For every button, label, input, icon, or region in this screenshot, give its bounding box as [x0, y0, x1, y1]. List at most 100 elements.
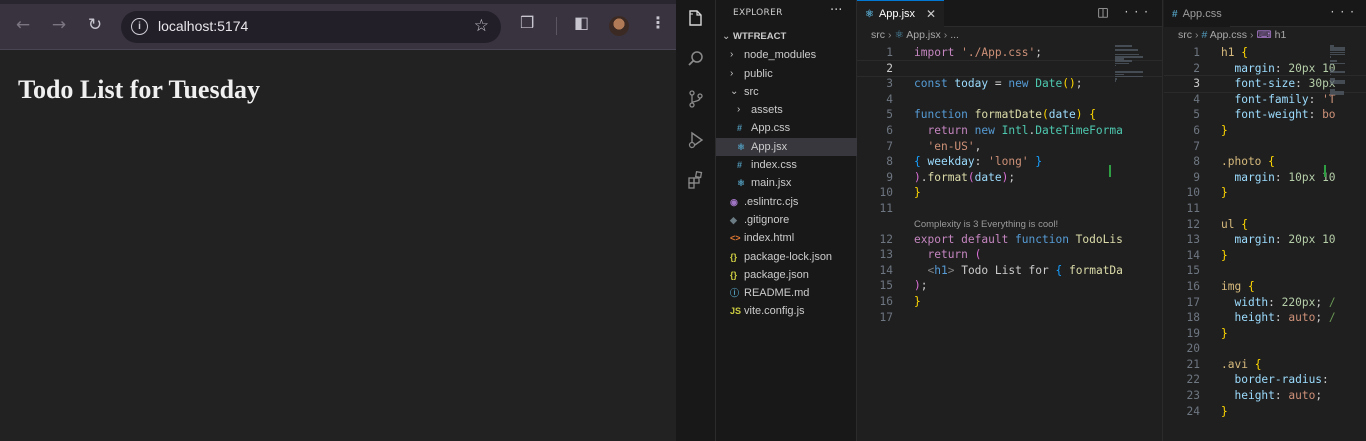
- side-panel-icon[interactable]: ◧: [574, 13, 589, 32]
- code-token: ;: [1315, 389, 1323, 403]
- profile-avatar[interactable]: [609, 16, 629, 36]
- minimap[interactable]: [1324, 45, 1366, 441]
- explorer-item[interactable]: # App.css: [716, 119, 857, 137]
- explorer-item[interactable]: › assets: [716, 101, 857, 119]
- line-number: 9: [886, 170, 893, 184]
- close-icon[interactable]: ✕: [926, 7, 936, 21]
- line-number: 14: [879, 263, 893, 277]
- line-number: 17: [879, 310, 893, 324]
- explorer-item-label: package.json: [744, 268, 809, 281]
- site-info-icon[interactable]: i: [131, 18, 148, 35]
- code-token: .avi: [1221, 357, 1255, 371]
- code-token: {: [1089, 108, 1096, 122]
- bookmark-star-icon[interactable]: ☆: [474, 16, 489, 36]
- css-file-icon: #: [737, 160, 743, 171]
- address-bar[interactable]: i localhost:5174 ☆: [121, 11, 501, 43]
- line-number: 22: [1186, 373, 1200, 387]
- screen: ← → ↻ i localhost:5174 ☆ ❒ ◧ ⋮ Todo List…: [0, 0, 1366, 441]
- line-number: 12: [879, 232, 893, 246]
- explorer-item[interactable]: › public: [716, 65, 857, 83]
- breadcrumb-file[interactable]: App.css: [1210, 29, 1247, 41]
- forward-arrow-icon[interactable]: →: [47, 13, 71, 37]
- code-token: DateTimeForma: [1035, 123, 1123, 137]
- breadcrumb-src[interactable]: src: [1178, 29, 1192, 41]
- line-number: 5: [886, 108, 893, 122]
- back-arrow-icon[interactable]: ←: [11, 13, 35, 37]
- code-token: {: [1268, 155, 1275, 169]
- line-number: 11: [1186, 201, 1200, 215]
- explorer-item[interactable]: ◉ .eslintrc.cjs: [716, 193, 857, 211]
- code-text: .avi {: [1221, 357, 1261, 373]
- code-token: 'en-US': [927, 139, 975, 153]
- explorer-item[interactable]: ⓘ README.md: [716, 284, 857, 302]
- source-control-icon[interactable]: [684, 87, 708, 111]
- line-number: 13: [1186, 233, 1200, 247]
- breadcrumb-symbol[interactable]: ...: [950, 29, 959, 41]
- code-token: ;: [1035, 46, 1042, 59]
- browser-window: ← → ↻ i localhost:5174 ☆ ❒ ◧ ⋮ Todo List…: [0, 0, 676, 441]
- explorer-more-icon[interactable]: ···: [830, 3, 842, 18]
- line-number: 3: [1193, 77, 1200, 91]
- code-token: :: [1274, 389, 1289, 403]
- code-token: date: [1048, 108, 1076, 122]
- tab-app-css[interactable]: # App.css: [1164, 0, 1230, 27]
- js-file-icon: JS: [730, 306, 742, 317]
- line-number: 16: [1186, 279, 1200, 293]
- code-token: margin: [1234, 61, 1275, 75]
- project-name: WTFREACT: [733, 31, 787, 42]
- tab-app-jsx[interactable]: ⚛ App.jsx ✕: [857, 0, 945, 27]
- reload-icon[interactable]: ↻: [83, 13, 107, 37]
- code-token: ;: [920, 279, 928, 293]
- chevron-right-icon: ›: [730, 67, 734, 79]
- code-token: new: [974, 123, 1002, 137]
- breadcrumb-symbol[interactable]: h1: [1275, 29, 1287, 41]
- code-token: {: [1254, 357, 1262, 371]
- code-token: './App.css': [961, 46, 1036, 59]
- code-token: :: [1274, 233, 1289, 247]
- explorer-item[interactable]: # index.css: [716, 156, 857, 174]
- minimap-line: [1330, 71, 1346, 73]
- modified-marker: [1324, 165, 1326, 177]
- code-token: return: [927, 248, 975, 262]
- search-icon[interactable]: [684, 47, 708, 71]
- explorer-item-label: src: [744, 85, 759, 98]
- explorer-item[interactable]: ⌄ src: [716, 83, 857, 101]
- split-editor-icon[interactable]: ◫ ···: [1097, 5, 1154, 19]
- breadcrumb-file[interactable]: App.jsx: [906, 29, 940, 41]
- project-folder[interactable]: ⌄ WTFREACT: [716, 28, 857, 46]
- minimap-line: [1330, 93, 1344, 95]
- code-text: }: [1221, 404, 1228, 420]
- explorer-item[interactable]: ⚛ main.jsx: [716, 174, 857, 192]
- code-token: ;: [1075, 77, 1083, 91]
- code-token: =: [988, 77, 1009, 91]
- explorer-files-icon[interactable]: [684, 6, 708, 30]
- explorer-item[interactable]: JS vite.config.js: [716, 302, 857, 320]
- code-token: return: [927, 123, 975, 137]
- explorer-item[interactable]: <> index.html: [716, 229, 857, 247]
- editor-tabbar: # App.css ···: [1164, 0, 1366, 27]
- extensions-icon[interactable]: [684, 168, 708, 192]
- run-debug-icon[interactable]: [684, 128, 708, 152]
- breadcrumb-src[interactable]: src: [871, 29, 885, 41]
- code-token: font-size: [1234, 77, 1296, 91]
- explorer-item[interactable]: ◆ .gitignore: [716, 211, 857, 229]
- more-actions-icon[interactable]: ···: [1331, 5, 1360, 19]
- editor-group-app-jsx: ⚛ App.jsx ✕ ◫ ··· src › ⚛ App.jsx ›... 1 imp…: [857, 0, 1163, 441]
- explorer-item[interactable]: › node_modules: [716, 46, 857, 64]
- react-file-icon: ⚛: [737, 178, 746, 189]
- minimap[interactable]: [1109, 45, 1153, 441]
- explorer-item[interactable]: ⚛ App.jsx: [716, 137, 857, 157]
- extensions-icon[interactable]: ❒: [520, 13, 534, 32]
- explorer-item[interactable]: {} package.json: [716, 266, 857, 284]
- explorer-item[interactable]: {} package-lock.json: [716, 248, 857, 266]
- explorer-item-label: main.jsx: [751, 177, 792, 190]
- code-text: return new Intl.DateTimeForma: [914, 123, 1123, 139]
- browser-menu-icon[interactable]: ⋮: [650, 13, 666, 32]
- code-text: border-radius:: [1221, 372, 1328, 388]
- line-number: 4: [886, 92, 893, 106]
- address-url[interactable]: localhost:5174: [158, 18, 248, 34]
- vscode-window: EXPLORER ··· ⌄ WTFREACT › node_modules › pu…: [676, 0, 1366, 441]
